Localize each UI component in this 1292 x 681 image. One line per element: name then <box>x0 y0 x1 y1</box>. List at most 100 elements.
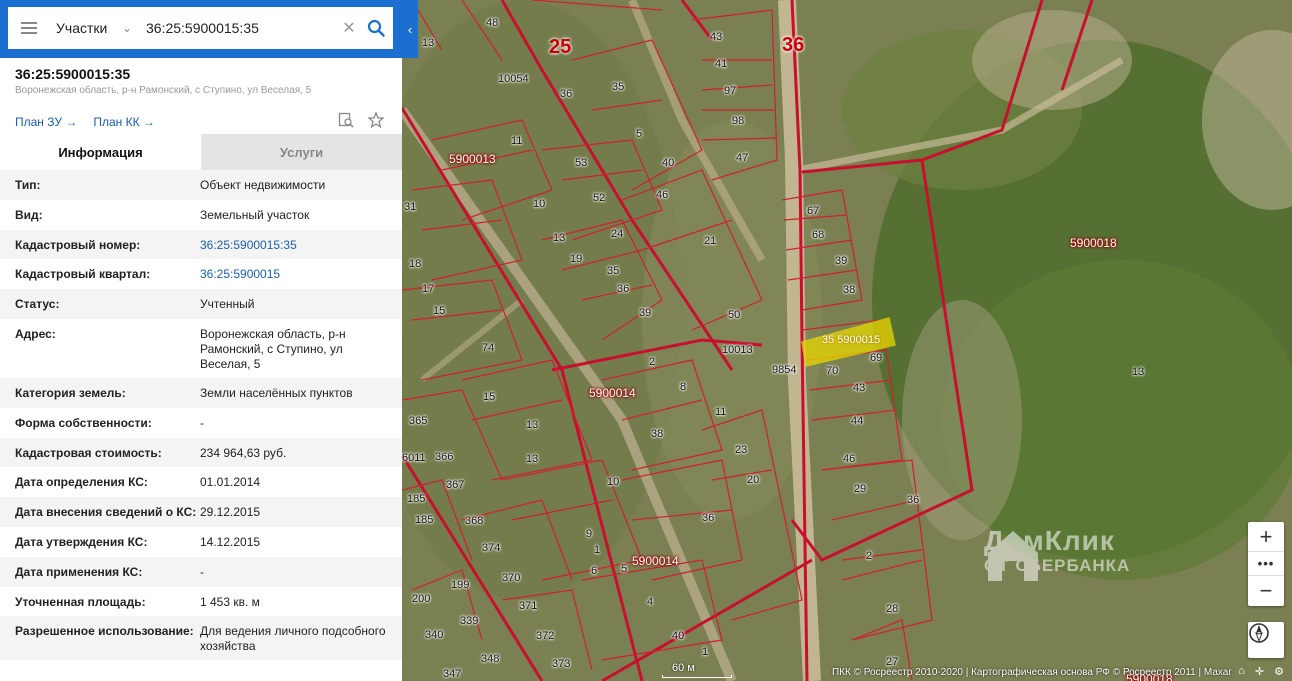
parcel-label: 43 <box>710 31 723 43</box>
info-row: Дата внесения сведений о КС: 29.12.2015 <box>0 497 402 527</box>
parcel-label: 20 <box>747 474 760 486</box>
header-actions <box>338 112 384 128</box>
parcel-label: 23 <box>735 444 748 456</box>
search-input[interactable] <box>140 20 339 36</box>
info-value: Учтенный <box>200 297 255 312</box>
parcel-label: 347 <box>443 668 462 680</box>
parcel-label: 35 <box>607 265 620 277</box>
parcel-label: 36 <box>617 283 630 295</box>
map-copyright: ПКК © Росреестр 2010-2020 | Картографиче… <box>831 667 1232 678</box>
parcel-label: 52 <box>593 192 606 204</box>
parcel-label: 2 <box>866 550 873 562</box>
info-row: Статус: Учтенный <box>0 289 402 319</box>
parcel-label: 370 <box>502 572 521 584</box>
compass-icon <box>1249 623 1269 643</box>
cadastral-number-link[interactable]: 36:25:5900015:35 <box>200 238 387 254</box>
clear-search-button[interactable]: ✕ <box>339 18 359 38</box>
zoom-out-button[interactable]: − <box>1248 576 1284 606</box>
parcel-label: 5 <box>621 563 628 575</box>
parcel-label: 1 <box>594 544 601 556</box>
locate-icon[interactable]: ✛ <box>1255 665 1264 678</box>
info-key: Статус: <box>15 297 60 312</box>
info-key: Форма собственности: <box>15 415 152 430</box>
plan-zu-link[interactable]: План ЗУ → <box>15 115 77 129</box>
info-table: Тип: Объект недвижимости Вид: Земельный уч… <box>0 170 402 661</box>
parcel-label: 340 <box>425 629 444 641</box>
parcel-label: 8 <box>680 381 687 393</box>
parcel-label: 6 <box>591 565 598 577</box>
info-value: Земли населённых пунктов <box>200 385 353 400</box>
more-icon[interactable]: ••• <box>1248 552 1284 576</box>
compass-button[interactable] <box>1248 622 1284 658</box>
menu-button[interactable] <box>8 7 50 49</box>
quarter-label: 5900014 <box>632 554 679 568</box>
collapse-panel-button[interactable]: ‹ <box>402 0 418 58</box>
map-bottom-icons: ⌂ ✛ ⚙ <box>1238 665 1284 678</box>
parcel-label: 44 <box>851 415 864 427</box>
parcel-label: 40 <box>672 630 685 642</box>
info-key: Дата утверждения КС: <box>15 534 148 549</box>
parcel-label: 36 <box>907 494 920 506</box>
parcel-label: 28 <box>886 603 899 615</box>
info-key: Вид: <box>15 207 43 222</box>
parcel-label: 68 <box>812 229 825 241</box>
object-type-select[interactable]: Участки ⌄ <box>50 20 140 36</box>
parcel-label: 31 <box>404 201 417 213</box>
parcel-label: 38 <box>651 428 664 440</box>
parcel-label: 185 <box>415 514 434 526</box>
parcel-label: 46 <box>656 189 669 201</box>
info-row: Вид: Земельный участок <box>0 199 402 230</box>
house-icon <box>988 531 1038 581</box>
info-value: - <box>200 415 204 430</box>
parcel-label: 47 <box>736 152 749 164</box>
parcel-label: 46 <box>843 453 856 465</box>
parcel-label: 35 <box>612 81 625 93</box>
parcel-label: 50 <box>728 309 741 321</box>
domclick-watermark: ДомКлик ОТ СБЕРБАНКА <box>984 527 1130 581</box>
parcel-label: 185 <box>407 493 426 505</box>
info-key: Кадастровый квартал: <box>15 267 151 282</box>
parcel-label: 43 <box>853 382 866 394</box>
parcel-label: 36 <box>702 512 715 524</box>
search-icon <box>367 19 385 37</box>
info-value: 234 964,63 руб. <box>200 445 287 460</box>
zoom-in-button[interactable]: + <box>1248 522 1284 552</box>
scale-bar <box>662 675 732 678</box>
parcel-label: 18 <box>409 258 422 270</box>
parcel-label: 372 <box>536 630 555 642</box>
parcel-label: 70 <box>826 365 839 377</box>
plan-kk-link[interactable]: План КК → <box>93 115 155 129</box>
parcel-label: 39 <box>639 307 652 319</box>
cadastral-quarter-link[interactable]: 36:25:5900015 <box>200 267 387 283</box>
parcel-label: 10 <box>533 198 546 210</box>
parcel-label: 13 <box>553 232 566 244</box>
star-icon[interactable] <box>368 112 384 128</box>
zoom-control: + ••• − <box>1248 522 1284 606</box>
quarter-label: 5900018 <box>1070 236 1117 250</box>
parcel-label: 13 <box>1132 366 1145 378</box>
parcel-label: 40 <box>662 157 675 169</box>
search-document-icon[interactable] <box>338 112 354 128</box>
info-row: Разрешенное использование: Для ведения ли… <box>0 616 402 661</box>
quarter-label: 5900013 <box>449 152 496 166</box>
settings-icon[interactable]: ⚙ <box>1274 665 1284 678</box>
info-key: Дата применения КС: <box>15 564 143 579</box>
parcel-label: 69 <box>870 352 883 364</box>
parcel-label: 98 <box>732 115 745 127</box>
parcel-label: 21 <box>704 235 717 247</box>
tab-services[interactable]: Услуги <box>201 134 402 170</box>
search-button[interactable] <box>359 19 393 37</box>
info-key: Кадастровая стоимость: <box>15 445 162 460</box>
parcel-label: 367 <box>446 479 465 491</box>
info-row: Дата утверждения КС: 14.12.2015 <box>0 526 402 557</box>
chevron-down-icon: ⌄ <box>121 21 132 35</box>
object-title: 36:25:5900015:35 <box>15 66 131 82</box>
parcel-label: 339 <box>460 615 479 627</box>
parcel-label: 373 <box>552 658 571 670</box>
parcel-label: 67 <box>807 205 820 217</box>
cadastral-map[interactable]: 25 36 5900013 5900014 5900014 5900018 35… <box>402 0 1292 681</box>
info-row: Уточненная площадь: 1 453 кв. м <box>0 586 402 617</box>
tab-information[interactable]: Информация <box>0 134 201 170</box>
home-icon[interactable]: ⌂ <box>1238 665 1245 678</box>
info-key: Кадастровый номер: <box>15 237 141 252</box>
